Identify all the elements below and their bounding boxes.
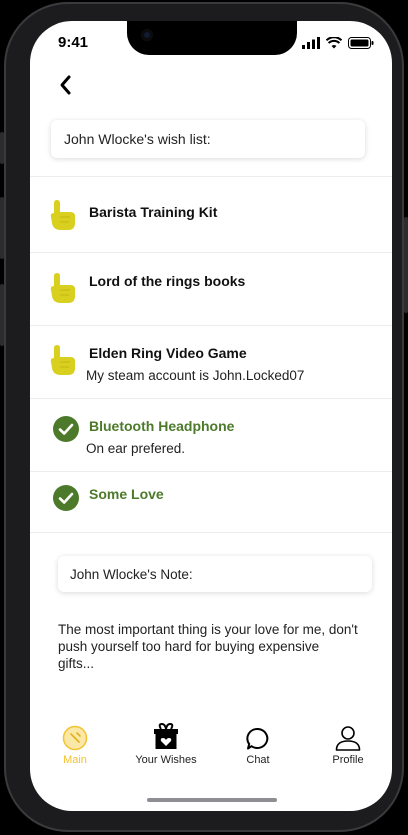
wish-item-lotr-books[interactable]: Lord of the rings books — [30, 253, 392, 325]
tab-label: Profile — [332, 754, 364, 766]
tab-label: Your Wishes — [135, 754, 197, 766]
volume-up-button — [0, 197, 4, 259]
signal-icon — [302, 37, 320, 49]
wishlist-title-card: John Wlocke's wish list: — [51, 120, 365, 158]
gift-heart-icon — [154, 723, 178, 749]
check-circle-icon — [53, 485, 79, 511]
tab-profile[interactable]: Profile — [308, 721, 388, 766]
wish-title: Some Love — [89, 486, 164, 502]
app-screen: 9:41 John Wlocke's wish list: Barista Tr… — [30, 21, 392, 811]
mute-switch — [0, 132, 4, 164]
wish-title: Elden Ring Video Game — [89, 345, 247, 361]
divider — [30, 532, 392, 533]
pointing-hand-icon — [50, 200, 75, 230]
status-time: 9:41 — [58, 34, 89, 51]
tab-chat[interactable]: Chat — [218, 721, 298, 766]
wish-item-some-love[interactable]: Some Love — [30, 472, 392, 532]
home-indicator — [147, 798, 277, 802]
status-icons — [302, 37, 374, 49]
chevron-left-icon — [60, 75, 71, 95]
wifi-icon — [326, 37, 342, 49]
bottom-tab-bar: Main Your Wishes Chat Profile — [30, 721, 392, 781]
notch — [127, 21, 297, 55]
wish-item-bluetooth-headphone[interactable]: Bluetooth Headphone On ear prefered. — [30, 399, 392, 471]
volume-down-button — [0, 284, 4, 346]
wish-item-elden-ring[interactable]: Elden Ring Video Game My steam account i… — [30, 326, 392, 398]
phone-frame: 9:41 John Wlocke's wish list: Barista Tr… — [0, 2, 408, 832]
wish-title: Bluetooth Headphone — [89, 418, 235, 434]
battery-icon — [348, 37, 374, 49]
tab-label: Main — [63, 754, 87, 766]
pointing-hand-icon — [50, 345, 75, 375]
note-title-card: John Wlocke's Note: — [58, 556, 372, 592]
chat-bubble-icon — [246, 728, 269, 750]
wishlist-title: John Wlocke's wish list: — [64, 131, 211, 147]
wish-note: On ear prefered. — [86, 441, 186, 456]
back-button[interactable] — [54, 73, 78, 97]
pointing-hand-icon — [50, 273, 75, 303]
power-button — [404, 217, 408, 313]
tab-label: Chat — [246, 754, 270, 766]
tab-your-wishes[interactable]: Your Wishes — [126, 721, 206, 766]
note-title: John Wlocke's Note: — [70, 566, 193, 582]
check-circle-icon — [53, 416, 79, 442]
user-icon — [335, 726, 361, 751]
tab-main[interactable]: Main — [35, 721, 115, 766]
main-icon — [62, 725, 88, 751]
front-camera — [141, 29, 153, 41]
note-body: The most important thing is your love fo… — [58, 622, 358, 671]
wish-item-barista[interactable]: Barista Training Kit — [30, 177, 392, 252]
wish-note: My steam account is John.Locked07 — [86, 368, 305, 383]
wish-title: Lord of the rings books — [89, 273, 246, 289]
wish-title: Barista Training Kit — [89, 204, 218, 220]
